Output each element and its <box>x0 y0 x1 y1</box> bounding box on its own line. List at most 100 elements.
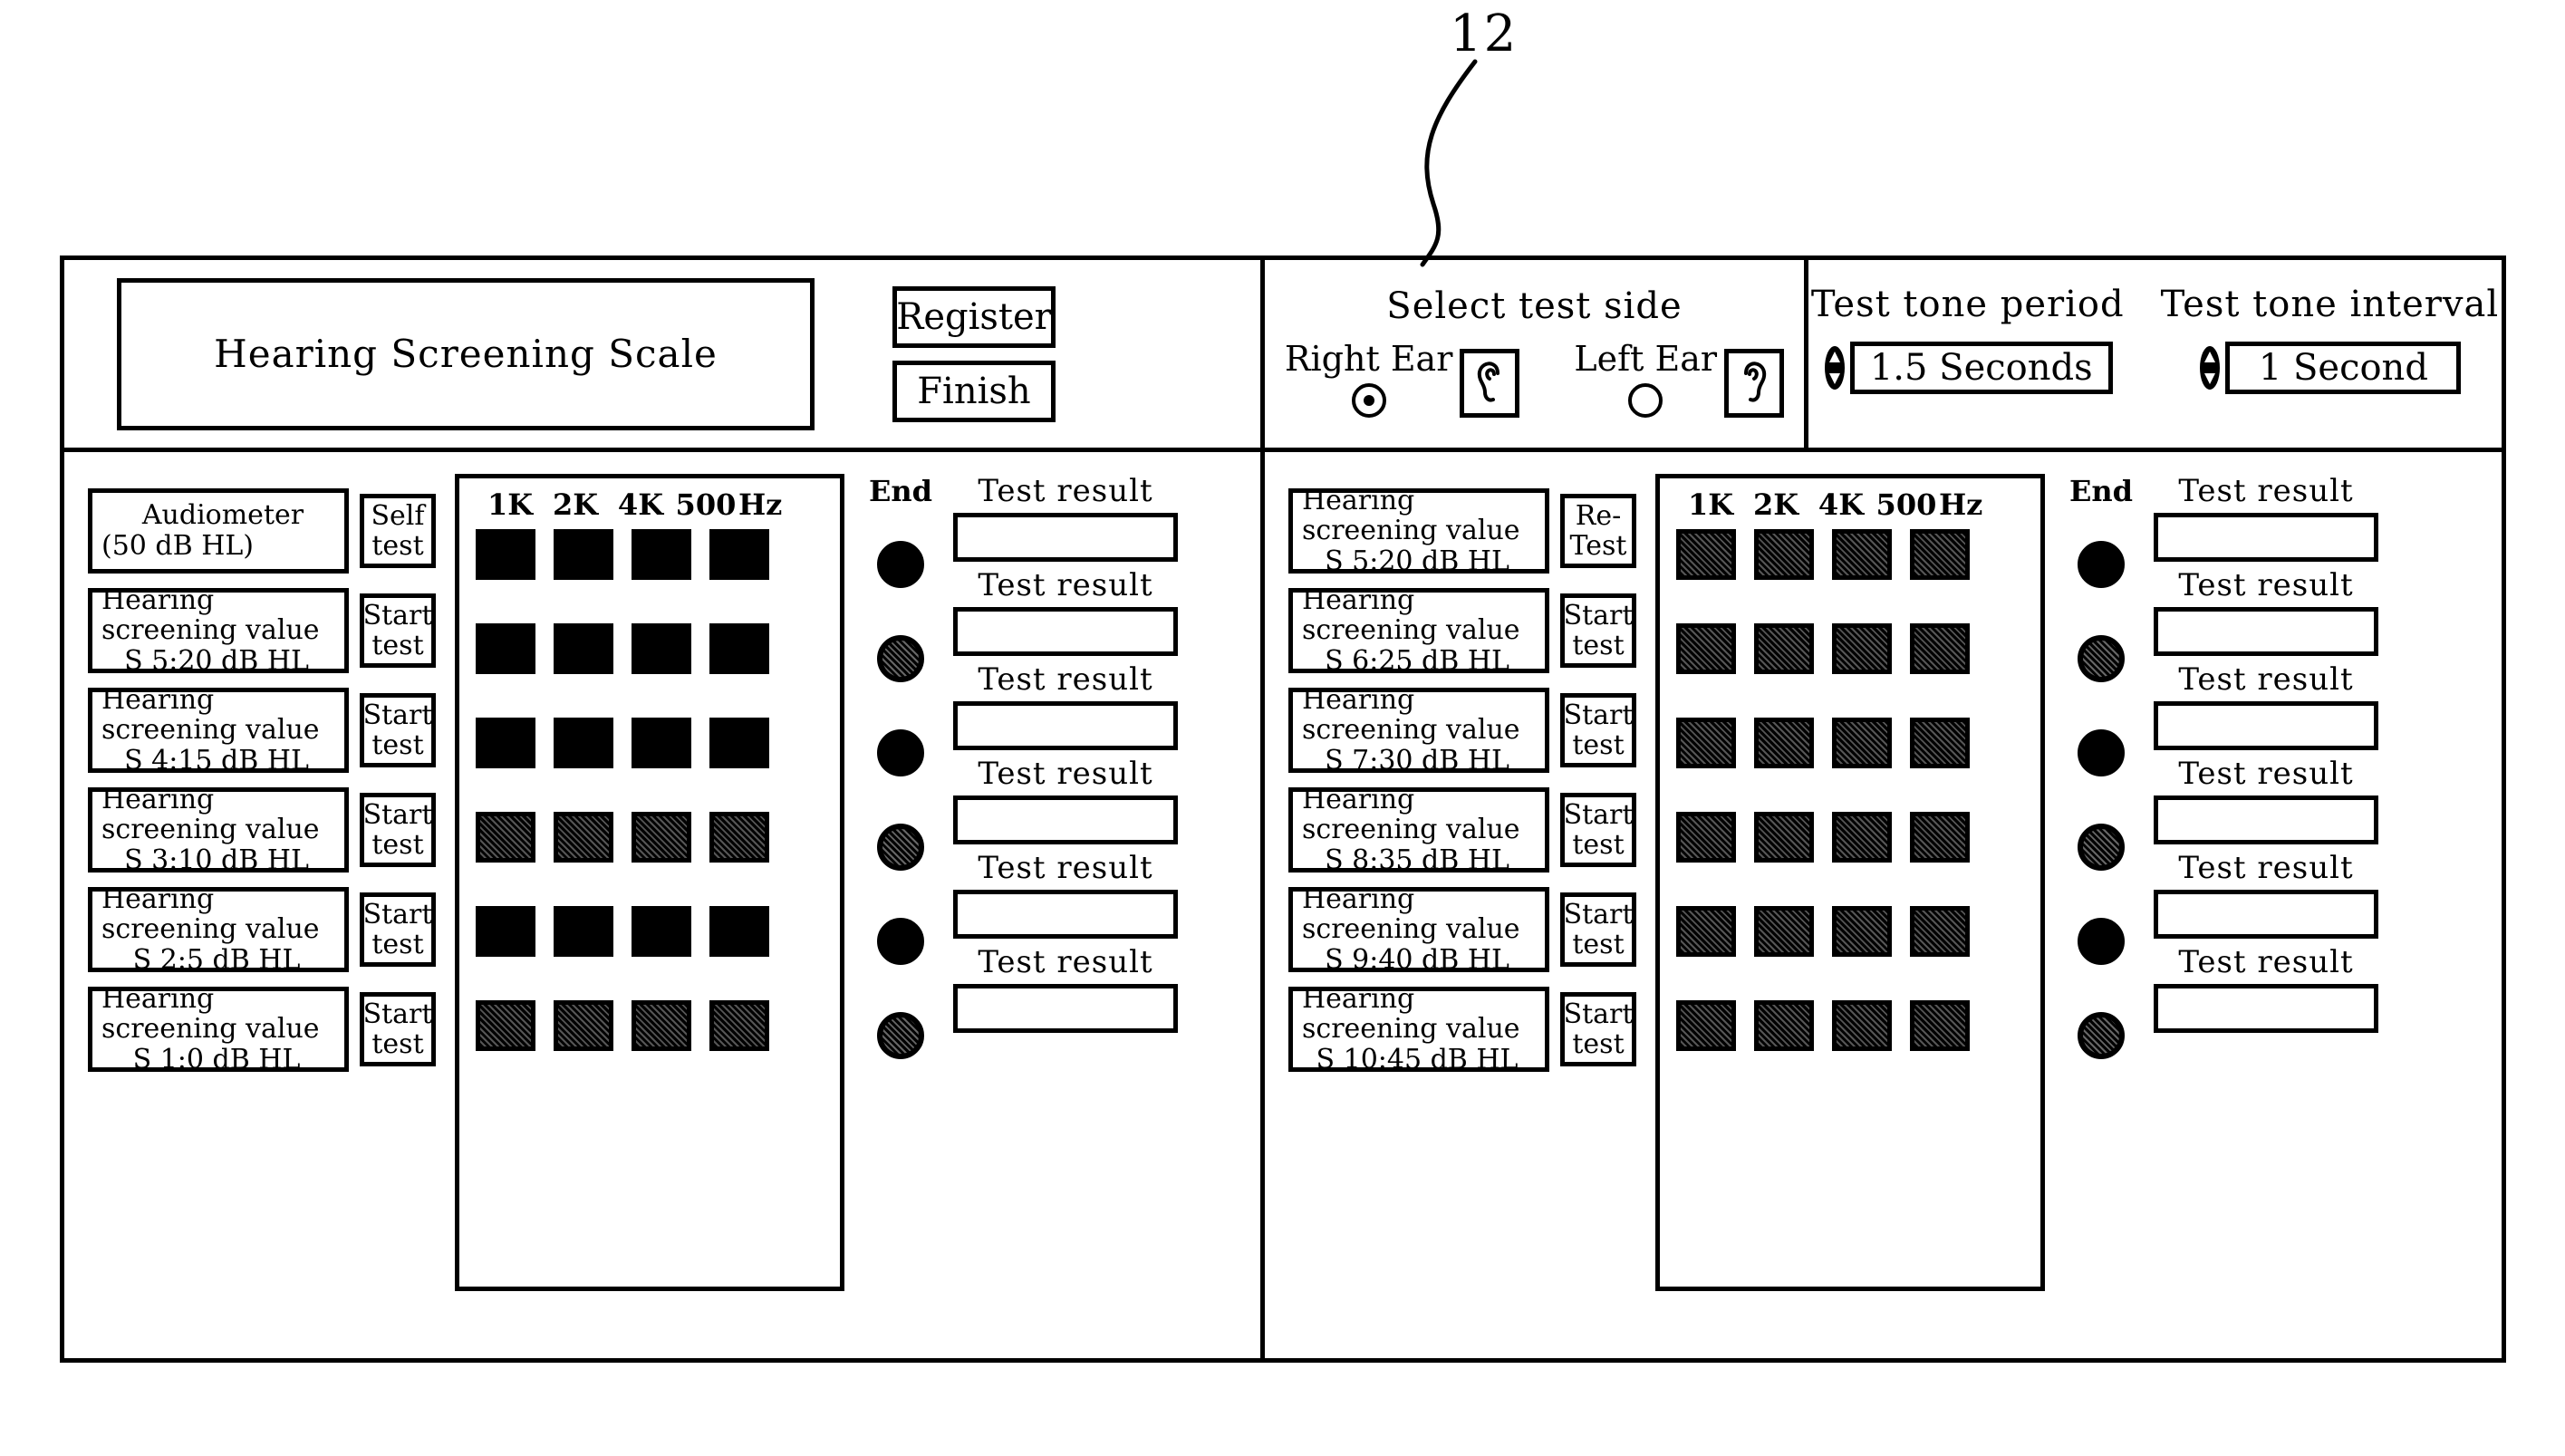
test-result-field[interactable] <box>2154 607 2378 656</box>
test-tone-interval-spinner-icon[interactable] <box>2198 344 2222 391</box>
test-result-field[interactable] <box>953 513 1178 562</box>
end-status-led[interactable] <box>877 918 924 965</box>
start-test-button[interactable]: Start test <box>1560 593 1636 668</box>
frequency-indicator-cell[interactable] <box>554 906 613 957</box>
end-status-led[interactable] <box>2078 824 2125 871</box>
frequency-indicator-cell[interactable] <box>1832 623 1892 674</box>
frequency-indicator-cell[interactable] <box>476 906 535 957</box>
register-button[interactable]: Register <box>892 285 1056 348</box>
left-ear-icon-box[interactable] <box>1724 349 1785 418</box>
left-ear-option[interactable]: Left Ear <box>1574 342 1785 418</box>
end-status-led[interactable] <box>877 729 924 776</box>
frequency-indicator-cell[interactable] <box>1754 529 1814 580</box>
frequency-indicator-cell[interactable] <box>632 812 691 863</box>
end-status-led[interactable] <box>877 824 924 871</box>
frequency-indicator-cell[interactable] <box>1832 718 1892 768</box>
start-test-button[interactable]: Start test <box>360 992 436 1066</box>
end-status-led[interactable] <box>2078 729 2125 776</box>
frequency-indicator-cell[interactable] <box>476 623 535 674</box>
frequency-indicator-cell[interactable] <box>1910 529 1970 580</box>
left-ear-radio[interactable] <box>1628 383 1663 418</box>
frequency-indicator-cell[interactable] <box>1676 812 1736 863</box>
frequency-indicator-cell[interactable] <box>709 906 769 957</box>
frequency-indicator-cell[interactable] <box>1754 1000 1814 1051</box>
test-result-field[interactable] <box>2154 701 2378 750</box>
frequency-indicator-cell[interactable] <box>1910 812 1970 863</box>
frequency-indicator-cell[interactable] <box>1910 906 1970 957</box>
re-test-button[interactable]: Re- Test <box>1560 494 1636 568</box>
self-test-button[interactable]: Self test <box>360 494 436 568</box>
test-button-label: test <box>1572 1028 1625 1060</box>
test-tone-interval-value[interactable]: 1 Second <box>2225 342 2462 394</box>
frequency-indicator-cell[interactable] <box>554 812 613 863</box>
test-result-field[interactable] <box>2154 795 2378 844</box>
end-status-led[interactable] <box>2078 541 2125 588</box>
test-result-field[interactable] <box>953 890 1178 939</box>
start-test-button[interactable]: Start test <box>1560 892 1636 967</box>
frequency-indicator-cell[interactable] <box>554 1000 613 1051</box>
frequency-indicator-cell[interactable] <box>1676 529 1736 580</box>
frequency-indicator-cell[interactable] <box>1832 812 1892 863</box>
frequency-indicator-cell[interactable] <box>1676 906 1736 957</box>
test-result-field[interactable] <box>953 795 1178 844</box>
start-test-button[interactable]: Start test <box>360 693 436 767</box>
frequency-indicator-cell[interactable] <box>554 623 613 674</box>
right-ear-option[interactable]: Right Ear <box>1285 342 1520 418</box>
end-status-led[interactable] <box>877 541 924 588</box>
frequency-indicator-cell[interactable] <box>1832 906 1892 957</box>
start-test-button[interactable]: Start test <box>360 892 436 967</box>
frequency-indicator-cell[interactable] <box>1910 718 1970 768</box>
test-tone-period-spinner-icon[interactable] <box>1823 344 1847 391</box>
value-line: screening value <box>101 1013 320 1046</box>
frequency-indicator-cell[interactable] <box>554 718 613 768</box>
frequency-indicator-cell[interactable] <box>709 812 769 863</box>
frequency-indicator-cell[interactable] <box>632 529 691 580</box>
start-test-button[interactable]: Start test <box>1560 693 1636 767</box>
end-status-led[interactable] <box>877 1012 924 1059</box>
frequency-indicator-cell[interactable] <box>1676 623 1736 674</box>
frequency-indicator-cell[interactable] <box>1754 718 1814 768</box>
end-status-led[interactable] <box>877 635 924 682</box>
frequency-indicator-cell[interactable] <box>632 623 691 674</box>
test-result-field[interactable] <box>2154 984 2378 1033</box>
test-result-field[interactable] <box>2154 890 2378 939</box>
frequency-indicator-cell[interactable] <box>1910 623 1970 674</box>
test-tone-period-group: Test tone period 1.5 Seconds <box>1811 284 2125 394</box>
start-test-button[interactable]: Start test <box>360 793 436 867</box>
frequency-indicator-cell[interactable] <box>709 529 769 580</box>
frequency-indicator-cell[interactable] <box>709 718 769 768</box>
test-button-label: test <box>371 1028 424 1060</box>
frequency-indicator-cell[interactable] <box>1676 718 1736 768</box>
frequency-indicator-cell[interactable] <box>709 623 769 674</box>
right-ear-icon-box[interactable] <box>1460 349 1520 418</box>
frequency-indicator-cell[interactable] <box>476 718 535 768</box>
frequency-indicator-cell[interactable] <box>632 718 691 768</box>
frequency-indicator-cell[interactable] <box>1910 1000 1970 1051</box>
frequency-indicator-cell[interactable] <box>1832 529 1892 580</box>
test-result-field[interactable] <box>953 607 1178 656</box>
frequency-indicator-cell[interactable] <box>1754 623 1814 674</box>
start-test-button[interactable]: Start test <box>360 593 436 668</box>
test-result-field[interactable] <box>953 701 1178 750</box>
frequency-indicator-cell[interactable] <box>476 812 535 863</box>
end-status-led[interactable] <box>2078 1012 2125 1059</box>
right-ear-radio[interactable] <box>1351 383 1386 418</box>
frequency-indicator-cell[interactable] <box>554 529 613 580</box>
frequency-indicator-cell[interactable] <box>476 529 535 580</box>
frequency-indicator-cell[interactable] <box>632 1000 691 1051</box>
frequency-indicator-cell[interactable] <box>1676 1000 1736 1051</box>
frequency-indicator-cell[interactable] <box>709 1000 769 1051</box>
frequency-indicator-cell[interactable] <box>1754 906 1814 957</box>
frequency-indicator-cell[interactable] <box>1754 812 1814 863</box>
frequency-indicator-cell[interactable] <box>1832 1000 1892 1051</box>
test-tone-period-value[interactable]: 1.5 Seconds <box>1849 342 2113 394</box>
test-result-field[interactable] <box>953 984 1178 1033</box>
frequency-indicator-cell[interactable] <box>632 906 691 957</box>
test-result-field[interactable] <box>2154 513 2378 562</box>
frequency-indicator-cell[interactable] <box>476 1000 535 1051</box>
start-test-button[interactable]: Start test <box>1560 992 1636 1066</box>
finish-button[interactable]: Finish <box>892 360 1056 422</box>
end-status-led[interactable] <box>2078 635 2125 682</box>
end-status-led[interactable] <box>2078 918 2125 965</box>
start-test-button[interactable]: Start test <box>1560 793 1636 867</box>
